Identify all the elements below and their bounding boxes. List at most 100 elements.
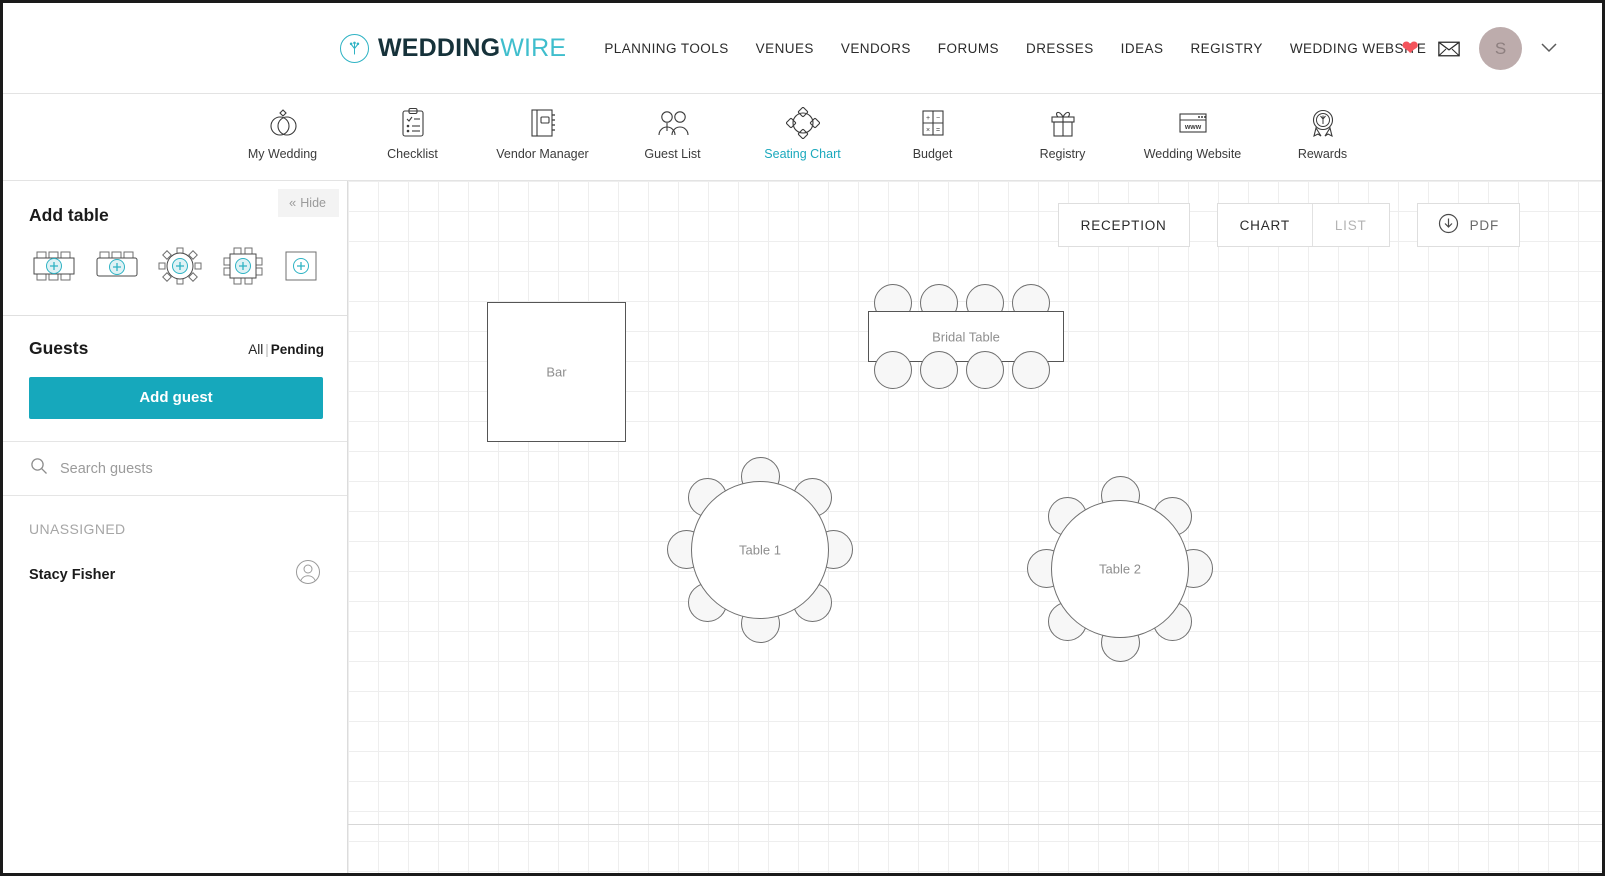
download-circle-icon bbox=[1438, 213, 1459, 237]
guest-list-item[interactable]: Stacy Fisher bbox=[3, 537, 347, 590]
seat[interactable] bbox=[966, 351, 1004, 389]
nav-ideas[interactable]: IDEAS bbox=[1121, 41, 1164, 56]
table-table-1[interactable]: Table 1 bbox=[667, 457, 853, 643]
guest-filter-all[interactable]: All bbox=[248, 342, 263, 357]
nav-vendors[interactable]: VENDORS bbox=[841, 41, 911, 56]
table-type-round[interactable] bbox=[156, 246, 204, 291]
tool-tab-label: Checklist bbox=[387, 147, 438, 161]
brand-text-primary: WEDDING bbox=[378, 33, 501, 62]
table-bar[interactable]: Bar bbox=[487, 302, 626, 442]
tool-tab-vendor-manager[interactable]: Vendor Manager bbox=[478, 106, 608, 181]
tool-tab-registry[interactable]: Registry bbox=[998, 106, 1128, 181]
avatar[interactable]: S bbox=[1479, 27, 1522, 70]
reception-button[interactable]: RECEPTION bbox=[1057, 203, 1190, 247]
brand-text-secondary: WIRE bbox=[500, 33, 567, 62]
tool-tab-seating-chart[interactable]: Seating Chart bbox=[738, 106, 868, 193]
hide-sidebar-button[interactable]: « Hide bbox=[278, 189, 339, 217]
heart-icon[interactable]: ❤ bbox=[1401, 38, 1419, 59]
table-surface: Table 2 bbox=[1051, 500, 1189, 638]
guest-search-row bbox=[3, 441, 347, 496]
seat[interactable] bbox=[920, 351, 958, 389]
hide-sidebar-label: Hide bbox=[300, 195, 326, 210]
browser-www-icon: www bbox=[1176, 106, 1210, 140]
round-table-icon bbox=[785, 106, 820, 140]
view-mode-toggle: CHART LIST bbox=[1216, 203, 1390, 247]
svg-text:=: = bbox=[935, 127, 939, 134]
avatar-initial: S bbox=[1494, 38, 1507, 58]
site-header: WEDDINGWIRE PLANNING TOOLS VENUES VENDOR… bbox=[3, 3, 1602, 94]
tool-tab-label: Budget bbox=[912, 147, 953, 161]
tool-tab-rewards[interactable]: Rewards bbox=[1258, 106, 1388, 181]
guest-name: Stacy Fisher bbox=[29, 566, 116, 583]
planning-tools-tabbar: My Wedding Checklist Vendor Manager Gues… bbox=[3, 94, 1602, 193]
brand-wordmark: WEDDINGWIRE bbox=[378, 34, 566, 63]
nav-planning-tools[interactable]: PLANNING TOOLS bbox=[604, 41, 728, 56]
svg-text:www: www bbox=[1183, 124, 1201, 131]
weddingwire-logo[interactable]: WEDDINGWIRE bbox=[340, 33, 566, 63]
nav-venues[interactable]: VENUES bbox=[756, 41, 814, 56]
tool-tab-label: Registry bbox=[1039, 147, 1086, 161]
table-type-plain-square[interactable] bbox=[282, 246, 320, 291]
tool-tab-wedding-website[interactable]: www Wedding Website bbox=[1128, 106, 1258, 181]
search-icon bbox=[30, 457, 48, 480]
svg-text:+: + bbox=[925, 115, 929, 122]
guests-header: Guests All | Pending bbox=[3, 316, 347, 359]
table-type-rectangle-both-sides[interactable] bbox=[30, 246, 78, 291]
table-type-palette bbox=[3, 226, 347, 291]
wedding-bouquet-icon bbox=[340, 33, 369, 63]
svg-text:−: − bbox=[935, 115, 939, 122]
seating-sidebar: « Hide Add table Guests All | Pending Ad… bbox=[3, 181, 348, 873]
tool-tab-label: Rewards bbox=[1297, 147, 1348, 161]
person-circle-icon[interactable] bbox=[295, 559, 321, 590]
canvas-view-controls: RECEPTION CHART LIST PDF bbox=[1057, 203, 1520, 247]
table-table-2[interactable]: Table 2 bbox=[1027, 476, 1213, 662]
view-mode-chart[interactable]: CHART bbox=[1218, 204, 1312, 246]
seating-chart-canvas[interactable]: RECEPTION CHART LIST PDF Bar Bridal Tabl… bbox=[348, 181, 1602, 873]
tool-tab-label: Seating Chart bbox=[764, 147, 841, 161]
guests-title: Guests bbox=[29, 338, 89, 358]
tool-tab-my-wedding[interactable]: My Wedding bbox=[218, 106, 348, 181]
search-guests-input[interactable] bbox=[60, 460, 290, 477]
seat[interactable] bbox=[1012, 351, 1050, 389]
clipboard-icon bbox=[399, 106, 427, 140]
table-label: Bar bbox=[546, 364, 567, 380]
app-window: WEDDINGWIRE PLANNING TOOLS VENUES VENDOR… bbox=[0, 0, 1605, 876]
header-user-area: ❤ S bbox=[1401, 3, 1557, 94]
chevron-down-icon[interactable] bbox=[1541, 40, 1557, 57]
tool-tab-label: Guest List bbox=[644, 147, 701, 161]
table-type-square-with-seats[interactable] bbox=[219, 246, 267, 291]
two-people-icon bbox=[655, 106, 691, 140]
tool-tab-guest-list[interactable]: Guest List bbox=[608, 106, 738, 181]
table-label: Table 1 bbox=[739, 542, 781, 558]
guest-filter-pending[interactable]: Pending bbox=[271, 342, 324, 357]
canvas-bottom-divider bbox=[348, 824, 1602, 825]
tool-tab-label: My Wedding bbox=[247, 147, 318, 161]
wedding-rings-icon bbox=[266, 106, 300, 140]
table-bridal-table[interactable]: Bridal Table bbox=[868, 284, 1064, 389]
guest-group-unassigned-label: UNASSIGNED bbox=[29, 521, 126, 537]
view-mode-list[interactable]: LIST bbox=[1311, 204, 1389, 246]
tool-tab-label: Vendor Manager bbox=[496, 147, 589, 161]
award-ribbon-icon bbox=[1308, 106, 1338, 140]
download-pdf-button[interactable]: PDF bbox=[1416, 203, 1520, 247]
notebook-icon bbox=[528, 106, 558, 140]
table-surface: Table 1 bbox=[691, 481, 829, 619]
svg-text:×: × bbox=[925, 127, 929, 134]
nav-dresses[interactable]: DRESSES bbox=[1026, 41, 1094, 56]
nav-registry[interactable]: REGISTRY bbox=[1190, 41, 1262, 56]
guest-filter-separator: | bbox=[265, 342, 269, 357]
download-pdf-label: PDF bbox=[1469, 217, 1499, 233]
add-guest-button[interactable]: Add guest bbox=[29, 377, 323, 419]
table-label: Table 2 bbox=[1099, 561, 1141, 577]
guest-filter-toggle: All | Pending bbox=[248, 342, 324, 357]
seat[interactable] bbox=[874, 351, 912, 389]
envelope-icon[interactable] bbox=[1438, 41, 1460, 57]
tool-tab-checklist[interactable]: Checklist bbox=[348, 106, 478, 181]
calculator-icon: + − × = bbox=[919, 106, 947, 140]
table-type-rectangle-one-side[interactable] bbox=[93, 246, 141, 291]
table-label: Bridal Table bbox=[932, 329, 1000, 344]
tool-tab-budget[interactable]: + − × = Budget bbox=[868, 106, 998, 181]
gift-icon bbox=[1048, 106, 1078, 140]
tool-tab-label: Wedding Website bbox=[1143, 147, 1242, 161]
nav-forums[interactable]: FORUMS bbox=[938, 41, 999, 56]
